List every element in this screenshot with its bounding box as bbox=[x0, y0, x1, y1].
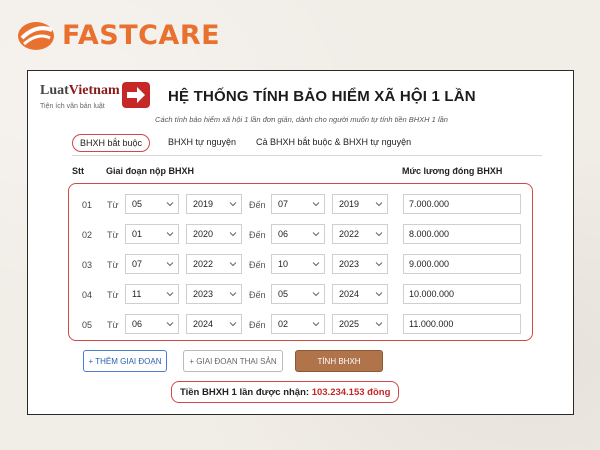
periods-table: 01 Từ 05 2019 Đến 07 2019 7.000.000 02 Từ 01 2020 Đế… bbox=[68, 183, 533, 341]
salary-input[interactable]: 11.000.000 bbox=[403, 314, 521, 334]
page-title: HỆ THỐNG TÍNH BẢO HIỂM XÃ HỘI 1 LẦN bbox=[168, 88, 476, 105]
to-year-select[interactable]: 2023 bbox=[332, 254, 388, 274]
chevron-down-icon bbox=[375, 322, 383, 327]
luatvietnam-logo: LuatVietnam Tiện ích văn bản luật bbox=[40, 81, 152, 117]
salary-input[interactable]: 10.000.000 bbox=[403, 284, 521, 304]
from-year-select[interactable]: 2019 bbox=[186, 194, 242, 214]
add-period-button[interactable]: + THÊM GIAI ĐOẠN bbox=[83, 350, 167, 372]
chevron-down-icon bbox=[375, 292, 383, 297]
to-year-select[interactable]: 2022 bbox=[332, 224, 388, 244]
table-row: 04 Từ 11 2023 Đến 05 2024 10.000.000 bbox=[69, 284, 532, 306]
from-month-select[interactable]: 11 bbox=[125, 284, 179, 304]
from-year-select[interactable]: 2020 bbox=[186, 224, 242, 244]
row-number: 02 bbox=[82, 230, 93, 240]
table-row: 02 Từ 01 2020 Đến 06 2022 8.000.000 bbox=[69, 224, 532, 246]
to-label: Đến bbox=[249, 260, 266, 270]
chevron-down-icon bbox=[229, 322, 237, 327]
from-label: Từ bbox=[107, 230, 119, 240]
chevron-down-icon bbox=[229, 202, 237, 207]
from-year-select[interactable]: 2022 bbox=[186, 254, 242, 274]
table-row: 01 Từ 05 2019 Đến 07 2019 7.000.000 bbox=[69, 194, 532, 216]
calculate-button[interactable]: TÍNH BHXH bbox=[295, 350, 383, 372]
chevron-down-icon bbox=[312, 292, 320, 297]
row-number: 04 bbox=[82, 290, 93, 300]
page-subtitle: Cách tính bảo hiểm xã hội 1 lần đơn giản… bbox=[155, 115, 448, 124]
from-label: Từ bbox=[107, 200, 119, 210]
fastcare-logo-icon bbox=[18, 22, 54, 50]
salary-input[interactable]: 9.000.000 bbox=[403, 254, 521, 274]
result-label: Tiền BHXH 1 lần được nhận: bbox=[180, 387, 310, 398]
chevron-down-icon bbox=[166, 202, 174, 207]
to-label: Đến bbox=[249, 230, 266, 240]
from-month-select[interactable]: 07 bbox=[125, 254, 179, 274]
logo-text: LuatVietnam bbox=[40, 83, 120, 98]
logo-tagline: Tiện ích văn bản luật bbox=[40, 103, 105, 110]
chevron-down-icon bbox=[166, 292, 174, 297]
from-label: Từ bbox=[107, 260, 119, 270]
chevron-down-icon bbox=[312, 262, 320, 267]
result-amount: 103.234.153 đồng bbox=[311, 387, 391, 398]
chevron-down-icon bbox=[375, 202, 383, 207]
chevron-down-icon bbox=[375, 262, 383, 267]
brand-name: FASTCARE bbox=[62, 19, 221, 51]
chevron-down-icon bbox=[312, 202, 320, 207]
table-row: 05 Từ 06 2024 Đến 02 2025 11.000.000 bbox=[69, 314, 532, 336]
column-header-period: Giai đoạn nộp BHXH bbox=[106, 166, 195, 176]
chevron-down-icon bbox=[375, 232, 383, 237]
row-number: 01 bbox=[82, 200, 93, 210]
row-number: 03 bbox=[82, 260, 93, 270]
chevron-down-icon bbox=[166, 322, 174, 327]
table-row: 03 Từ 07 2022 Đến 10 2023 9.000.000 bbox=[69, 254, 532, 276]
result-box: Tiền BHXH 1 lần được nhận: 103.234.153 đ… bbox=[171, 381, 400, 403]
fastcare-brand: FASTCARE bbox=[16, 18, 220, 52]
from-month-select[interactable]: 01 bbox=[125, 224, 179, 244]
tab-bhxh-tu-nguyen[interactable]: BHXH tự nguyện bbox=[168, 137, 236, 147]
column-header-stt: Stt bbox=[72, 166, 84, 176]
chevron-down-icon bbox=[229, 232, 237, 237]
salary-input[interactable]: 7.000.000 bbox=[403, 194, 521, 214]
add-maternity-period-button[interactable]: + GIAI ĐOẠN THAI SẢN bbox=[183, 350, 283, 372]
chevron-down-icon bbox=[229, 292, 237, 297]
from-year-select[interactable]: 2024 bbox=[186, 314, 242, 334]
to-year-select[interactable]: 2019 bbox=[332, 194, 388, 214]
arrow-right-icon bbox=[122, 82, 150, 108]
from-year-select[interactable]: 2023 bbox=[186, 284, 242, 304]
calculator-card: LuatVietnam Tiện ích văn bản luật HỆ THỐ… bbox=[27, 70, 574, 415]
to-label: Đến bbox=[249, 200, 266, 210]
to-year-select[interactable]: 2025 bbox=[332, 314, 388, 334]
chevron-down-icon bbox=[312, 232, 320, 237]
from-month-select[interactable]: 05 bbox=[125, 194, 179, 214]
chevron-down-icon bbox=[166, 232, 174, 237]
chevron-down-icon bbox=[166, 262, 174, 267]
tab-bar: BHXH bắt buộc BHXH tự nguyện Cả BHXH bắt… bbox=[72, 134, 542, 156]
to-year-select[interactable]: 2024 bbox=[332, 284, 388, 304]
column-header-salary: Mức lương đóng BHXH bbox=[402, 166, 503, 176]
to-month-select[interactable]: 02 bbox=[271, 314, 325, 334]
to-month-select[interactable]: 07 bbox=[271, 194, 325, 214]
row-number: 05 bbox=[82, 320, 93, 330]
salary-input[interactable]: 8.000.000 bbox=[403, 224, 521, 244]
from-month-select[interactable]: 06 bbox=[125, 314, 179, 334]
to-month-select[interactable]: 05 bbox=[271, 284, 325, 304]
chevron-down-icon bbox=[229, 262, 237, 267]
to-label: Đến bbox=[249, 290, 266, 300]
to-month-select[interactable]: 10 bbox=[271, 254, 325, 274]
tab-ca-hai[interactable]: Cả BHXH bắt buộc & BHXH tự nguyện bbox=[256, 137, 411, 147]
to-label: Đến bbox=[249, 320, 266, 330]
tab-bhxh-bat-buoc[interactable]: BHXH bắt buộc bbox=[72, 134, 151, 152]
to-month-select[interactable]: 06 bbox=[271, 224, 325, 244]
from-label: Từ bbox=[107, 290, 119, 300]
chevron-down-icon bbox=[312, 322, 320, 327]
from-label: Từ bbox=[107, 320, 119, 330]
